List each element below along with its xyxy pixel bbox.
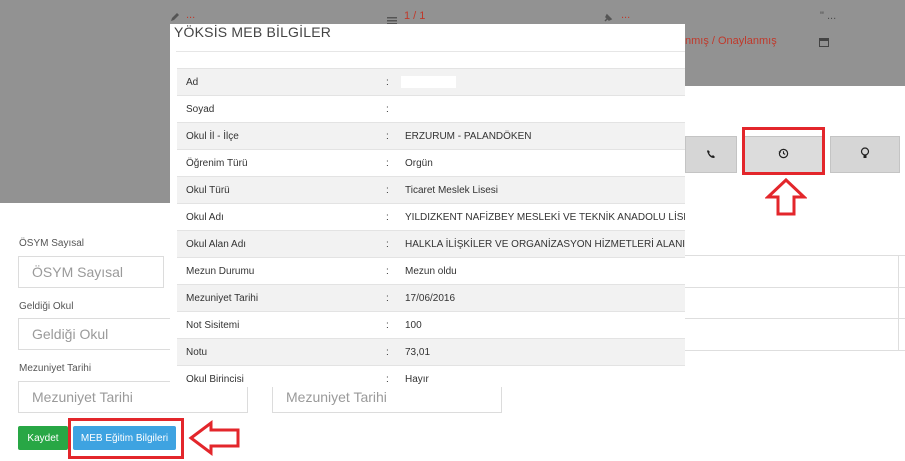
right-field-line: [685, 255, 905, 256]
redacted-surname: [396, 102, 462, 114]
info-row: Öğrenim Türü: Orgün: [177, 149, 685, 177]
info-value: Mezun oldu: [396, 257, 685, 285]
phone-icon: [706, 146, 716, 164]
info-label: Okul İl - İlçe: [177, 122, 382, 150]
info-row: Okul Birincisi: Hayır: [177, 365, 685, 387]
hint-button[interactable]: [830, 136, 900, 173]
info-separator: :: [382, 230, 396, 258]
info-label: Okul Alan Adı: [177, 230, 382, 258]
info-row: Okul Türü: Ticaret Meslek Lisesi: [177, 176, 685, 204]
info-value: HALKLA İLİŞKİLER VE ORGANİZASYON HİZMETL…: [396, 230, 685, 258]
info-separator: :: [382, 311, 396, 339]
info-row: Notu:73,01: [177, 338, 685, 366]
info-row: Okul İl - İlçe: ERZURUM - PALANDÖKEN: [177, 122, 685, 150]
right-field-line: [685, 287, 905, 288]
info-label: Okul Birincisi: [177, 365, 382, 387]
info-value: ERZURUM - PALANDÖKEN: [396, 122, 685, 150]
info-row: Mezun Durumu: Mezun oldu: [177, 257, 685, 285]
lightbulb-icon: [860, 146, 870, 164]
info-separator: :: [382, 257, 396, 285]
info-label: Okul Türü: [177, 176, 382, 204]
highlight-box-history: [742, 127, 825, 175]
modal-title: YÖKSİS MEB BİLGİLER: [174, 24, 332, 40]
modal-divider: [176, 51, 685, 52]
info-value: 100: [396, 311, 685, 339]
school-label: Geldiği Okul: [19, 301, 74, 312]
info-value: 17/06/2016: [396, 284, 685, 312]
info-table: Ad: Soyad: Okul İl - İlçe: ERZURUM - PALAND…: [177, 68, 685, 387]
top-row-page-count: 1 / 1: [404, 10, 426, 22]
left-arrow-annotation: [187, 420, 241, 456]
list-icon: [387, 12, 397, 25]
top-row-quote: " ...: [820, 10, 837, 22]
info-label: Notu: [177, 338, 382, 366]
info-separator: :: [382, 68, 396, 96]
save-button[interactable]: Kaydet: [18, 426, 68, 450]
pin-icon: [603, 10, 613, 22]
right-field-line: [685, 350, 905, 351]
up-arrow-annotation: [764, 177, 808, 217]
calendar-icon: [819, 34, 829, 47]
info-value: 73,01: [396, 338, 685, 366]
info-value: Hayır: [396, 365, 685, 387]
redacted-name: [401, 76, 456, 88]
info-label: Mezun Durumu: [177, 257, 382, 285]
info-value: YILDIZKENT NAFİZBEY MESLEKİ VE TEKNİK AN…: [396, 203, 685, 231]
top-row-right-text: ...: [621, 9, 631, 21]
approval-status[interactable]: nmış / Onaylanmış: [685, 35, 777, 47]
top-row-left-text: ...: [186, 9, 196, 21]
grad-date-label: Mezuniyet Tarihi: [19, 363, 92, 374]
right-field-line: [685, 318, 905, 319]
info-value: Orgün: [396, 149, 685, 177]
yoksis-meb-modal: YÖKSİS MEB BİLGİLER Ad: Soyad: Okul İl - İ…: [170, 24, 685, 387]
info-separator: :: [382, 203, 396, 231]
info-row: Okul Adı: YILDIZKENT NAFİZBEY MESLEKİ VE …: [177, 203, 685, 231]
phone-button[interactable]: [685, 136, 737, 173]
info-label: Okul Adı: [177, 203, 382, 231]
info-separator: :: [382, 176, 396, 204]
info-separator: :: [382, 149, 396, 177]
info-separator: :: [382, 365, 396, 387]
info-separator: :: [382, 338, 396, 366]
info-label: Öğrenim Türü: [177, 149, 382, 177]
info-row: Okul Alan Adı: HALKLA İLİŞKİLER VE ORGANİ…: [177, 230, 685, 258]
info-value: Ticaret Meslek Lisesi: [396, 176, 685, 204]
school-input[interactable]: [18, 318, 183, 350]
info-separator: :: [382, 122, 396, 150]
info-separator: :: [382, 95, 396, 123]
right-field-edge: [898, 255, 899, 350]
osym-label: ÖSYM Sayısal: [19, 238, 85, 249]
info-row: Mezuniyet Tarihi:17/06/2016: [177, 284, 685, 312]
info-label: Soyad: [177, 95, 382, 123]
info-row: Not Sisitemi:100: [177, 311, 685, 339]
info-label: Not Sisitemi: [177, 311, 382, 339]
info-label: Mezuniyet Tarihi: [177, 284, 382, 312]
osym-input[interactable]: [18, 256, 164, 288]
info-label: Ad: [177, 68, 382, 96]
info-separator: :: [382, 284, 396, 312]
pencil-icon: [170, 9, 180, 21]
highlight-box-meb: [68, 418, 184, 459]
